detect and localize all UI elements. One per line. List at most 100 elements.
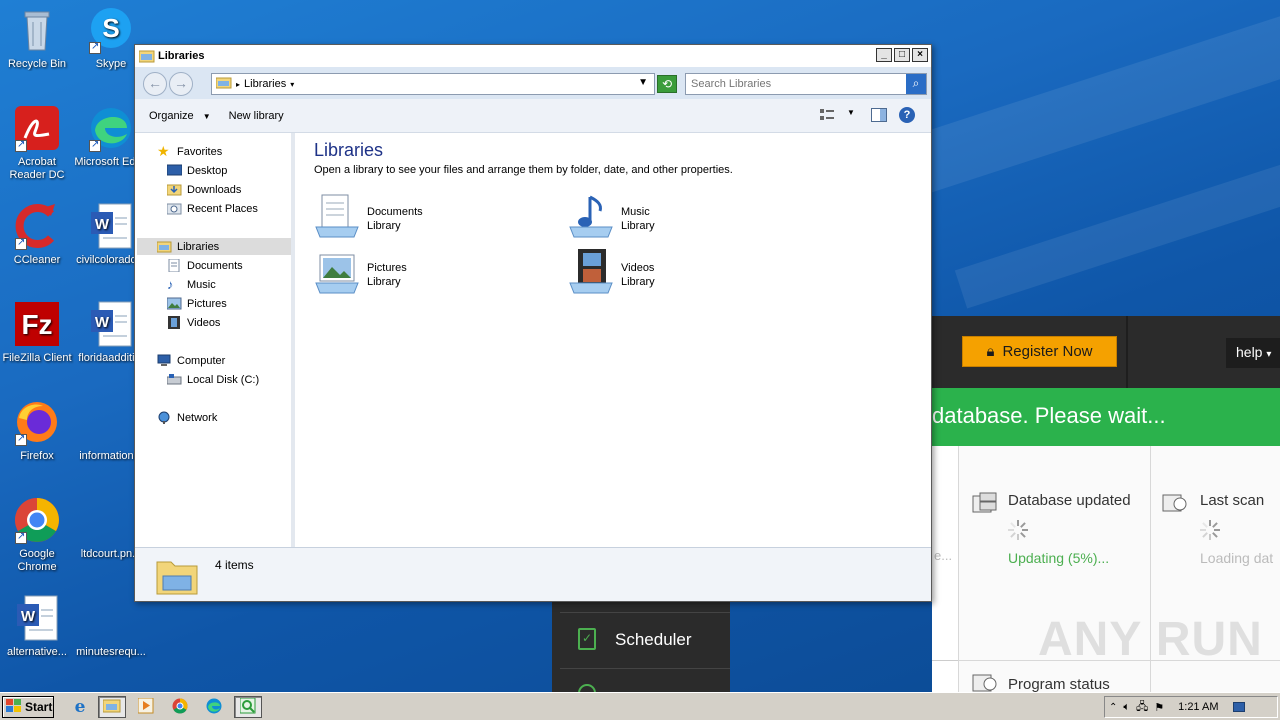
taskbar-internet-explorer[interactable]: e <box>66 696 94 718</box>
nav-documents[interactable]: Documents <box>167 257 243 274</box>
library-item-documents[interactable]: Documents Library <box>314 193 423 241</box>
shortcut-arrow-icon <box>89 40 101 54</box>
taskbar-antivirus-app[interactable] <box>234 696 262 718</box>
page-description: Open a library to see your files and arr… <box>314 164 733 176</box>
sidebar-divider <box>560 612 730 613</box>
minimize-button[interactable]: _ <box>876 48 892 62</box>
word-document-icon: W <box>13 594 61 642</box>
desktop-icon-recycle-bin[interactable]: Recycle Bin <box>0 6 74 71</box>
address-bar[interactable]: ▸ Libraries ▾ ▼ <box>211 73 655 95</box>
nav-favorites[interactable]: ★ Favorites <box>157 143 222 160</box>
start-button[interactable]: Start <box>2 696 54 718</box>
sidebar-item-scheduler[interactable]: ✓ Scheduler <box>560 628 730 650</box>
breadcrumb-dropdown-icon[interactable]: ▾ <box>290 80 294 89</box>
skype-icon: S <box>87 6 135 54</box>
acrobat-icon <box>13 104 61 152</box>
blank-file-icon <box>87 398 135 446</box>
network-icon <box>157 411 172 424</box>
address-history-dropdown-icon[interactable]: ▼ <box>638 77 648 88</box>
svg-text:W: W <box>21 608 36 625</box>
nav-videos[interactable]: Videos <box>167 314 220 331</box>
show-desktop-icon[interactable] <box>1232 702 1245 712</box>
desktop-icon-firefox[interactable]: Firefox <box>0 398 74 463</box>
clock[interactable]: 1:21 AM <box>1178 701 1218 713</box>
taskbar-chrome[interactable] <box>166 696 194 718</box>
pictures-library-icon <box>314 249 362 297</box>
desktop-icon-acrobat[interactable]: Acrobat Reader DC <box>0 104 74 182</box>
show-hidden-icons-icon[interactable]: ⌃ <box>1109 702 1117 713</box>
library-item-music[interactable]: Music Library <box>568 193 655 241</box>
shortcut-arrow-icon <box>89 138 101 152</box>
windows-logo-icon <box>6 698 22 716</box>
database-updated-title: Database updated <box>1008 492 1131 509</box>
nav-local-disk[interactable]: Local Disk (C:) <box>166 371 259 388</box>
libraries-folder-icon <box>155 556 199 596</box>
organize-button[interactable]: Organize ▼ <box>141 106 219 126</box>
desktop-icon-alternative[interactable]: W alternative... <box>0 594 74 659</box>
library-item-videos[interactable]: Videos Library <box>568 249 655 297</box>
new-library-button[interactable]: New library <box>221 106 292 126</box>
documents-icon <box>167 258 182 273</box>
sidebar-divider <box>560 668 730 669</box>
details-pane: 4 items <box>135 547 931 601</box>
change-view-button[interactable] <box>819 108 835 122</box>
last-scan-title: Last scan <box>1200 492 1265 509</box>
network-status-icon[interactable]: 🖧︎ <box>1136 698 1148 717</box>
file-explorer-icon <box>102 698 121 716</box>
volume-icon[interactable]: 🔈︎ <box>1123 701 1130 714</box>
search-icon[interactable]: ⌕ <box>906 74 926 94</box>
word-document-icon: W <box>87 202 135 250</box>
desktop-icon-chrome[interactable]: Google Chrome <box>0 496 74 574</box>
app-sidebar: ✓ Scheduler <box>552 600 730 702</box>
forward-button[interactable]: → <box>169 72 193 96</box>
taskbar-explorer[interactable] <box>98 696 126 718</box>
help-icon[interactable]: ? <box>899 107 915 123</box>
title-bar[interactable]: Libraries _ □ × <box>135 45 931 67</box>
nav-libraries[interactable]: Libraries <box>137 238 291 255</box>
command-bar: Organize ▼ New library ▼ ? <box>135 99 931 133</box>
content-pane: Libraries Open a library to see your fil… <box>299 133 931 547</box>
close-button[interactable]: × <box>912 48 928 62</box>
desktop-icon-ccleaner[interactable]: CCleaner <box>0 202 74 267</box>
maximize-button[interactable]: □ <box>894 48 910 62</box>
view-options-dropdown-icon[interactable]: ▼ <box>847 108 855 117</box>
nav-recent-places[interactable]: Recent Places <box>166 200 258 217</box>
antivirus-app-icon <box>239 697 256 717</box>
taskbar-edge[interactable] <box>200 696 228 718</box>
help-menu-button[interactable]: help ▾ <box>1226 338 1280 368</box>
watermark: ANY RUN <box>1038 613 1263 666</box>
desktop-icon-filezilla[interactable]: Fz FileZilla Client <box>0 300 74 365</box>
library-type: Library <box>621 276 655 288</box>
ccleaner-icon <box>13 202 61 250</box>
refresh-button[interactable]: ⟲ <box>657 75 677 93</box>
search-input[interactable] <box>686 74 904 94</box>
library-name: Pictures <box>367 262 407 274</box>
register-now-button[interactable]: 🔒︎ Register Now <box>962 336 1117 367</box>
svg-text:S: S <box>102 13 119 43</box>
breadcrumb-libraries[interactable]: Libraries <box>244 78 286 90</box>
preview-pane-button[interactable] <box>871 108 887 122</box>
last-scan-icon <box>1162 492 1188 514</box>
nav-downloads[interactable]: Downloads <box>166 181 241 198</box>
back-button[interactable]: ← <box>143 72 167 96</box>
wallpaper-decoration <box>902 0 1280 196</box>
program-status-icon <box>972 672 998 692</box>
svg-text:W: W <box>95 216 110 233</box>
database-status: Updating (5%)... <box>1008 550 1110 566</box>
nav-computer[interactable]: Computer <box>157 352 225 369</box>
desktop-icon-minutesrequ[interactable]: minutesrequ... <box>74 594 148 659</box>
action-center-icon[interactable]: ⚑ <box>1154 701 1164 714</box>
library-item-pictures[interactable]: Pictures Library <box>314 249 407 297</box>
shortcut-arrow-icon <box>15 432 27 446</box>
library-name: Documents <box>367 206 423 218</box>
explorer-window[interactable]: Libraries _ □ × ← → ▸ Libraries ▾ ▼ ⟲ ⌕ … <box>134 44 932 602</box>
filezilla-icon: Fz <box>13 300 61 348</box>
nav-pictures[interactable]: Pictures <box>166 295 227 312</box>
internet-explorer-icon: e <box>74 697 86 717</box>
nav-music[interactable]: ♪ Music <box>167 276 216 293</box>
taskbar-media-player[interactable] <box>132 696 160 718</box>
nav-desktop[interactable]: Desktop <box>166 162 227 179</box>
nav-network[interactable]: Network <box>157 409 217 426</box>
loading-spinner-icon <box>1200 520 1220 540</box>
calendar-check-icon: ✓ <box>578 628 596 650</box>
